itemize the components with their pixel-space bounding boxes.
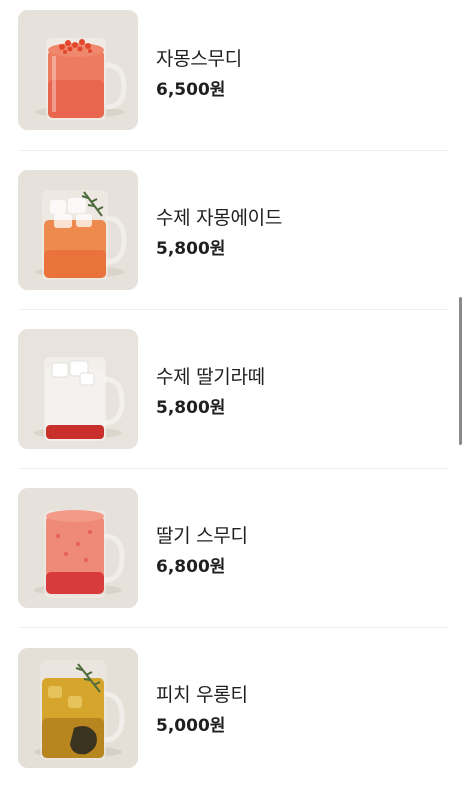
menu-item[interactable]: 피치 우롱티 5,000원 (0, 636, 466, 795)
grapefruit-smoothie-image (18, 10, 138, 130)
menu-item[interactable]: 딸기 스무디 6,800원 (0, 477, 466, 636)
menu-item-name: 자몽스무디 (156, 48, 242, 70)
menu-item[interactable]: 자몽스무디 6,500원 (0, 0, 466, 159)
grapefruit-ade-image (18, 170, 138, 290)
menu-item-price: 5,800원 (156, 398, 226, 418)
menu-item[interactable]: 수제 딸기라떼 5,800원 (0, 318, 466, 477)
divider (18, 468, 448, 469)
menu-item-name: 수제 자몽에이드 (156, 207, 283, 229)
menu-item-name: 피치 우롱티 (156, 684, 248, 706)
menu-item-name: 수제 딸기라떼 (156, 366, 265, 388)
menu-item-price: 6,500원 (156, 80, 226, 100)
menu-item-price: 5,000원 (156, 716, 226, 736)
strawberry-latte-image (18, 329, 138, 449)
divider (18, 150, 448, 151)
menu-item[interactable]: 수제 자몽에이드 5,800원 (0, 159, 466, 318)
divider (18, 309, 448, 310)
divider (18, 627, 448, 628)
scrollbar[interactable] (459, 297, 462, 445)
strawberry-smoothie-image (18, 488, 138, 608)
peach-oolong-tea-image (18, 648, 138, 768)
menu-item-price: 6,800원 (156, 557, 226, 577)
menu-item-price: 5,800원 (156, 239, 226, 259)
menu-item-name: 딸기 스무디 (156, 525, 248, 547)
